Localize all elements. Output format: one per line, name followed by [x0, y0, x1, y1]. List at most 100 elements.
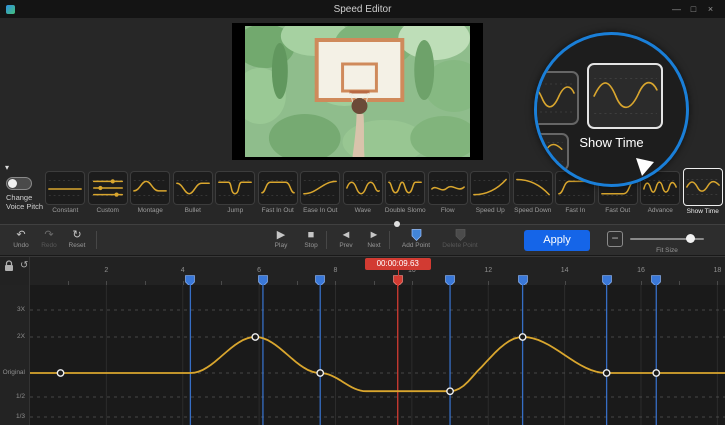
current-time-badge[interactable]: 00:00:09.63	[365, 258, 431, 270]
redo-label: Redo	[34, 242, 64, 249]
fit-size-slider-knob[interactable]	[686, 234, 695, 243]
reset-icon: ↻	[62, 229, 92, 241]
graph-row-labels: 3X2XOriginal1/21/3	[0, 285, 30, 425]
delete-point-label: Delete Point	[438, 242, 482, 249]
preset-thumb	[300, 171, 340, 205]
delete-point-button[interactable]: Delete Point	[438, 229, 482, 249]
fit-size-label: Fit Size	[630, 247, 704, 254]
curve-control-point[interactable]	[317, 370, 323, 376]
ruler-tick-label: 2	[104, 267, 108, 274]
stop-label: Stop	[296, 242, 326, 249]
voice-pitch-toggle[interactable]	[6, 177, 32, 190]
preset-thumb	[88, 171, 128, 205]
ruler-gutter: ↺	[0, 257, 30, 285]
strip-scroll-handle[interactable]	[394, 221, 400, 227]
callout-neighbor-thumb	[534, 71, 579, 125]
timeline-ruler[interactable]: ↺ 24681012141618 00:00:09.63	[0, 256, 725, 285]
next-icon: ►	[359, 229, 389, 241]
preset-thumb	[215, 171, 255, 205]
preset-constant[interactable]: Constant	[44, 171, 87, 223]
next-button[interactable]: ► Next	[359, 229, 389, 249]
speed-editor-window: Speed Editor — □ ×	[0, 0, 725, 425]
ruler-tick-label: 14	[561, 267, 569, 274]
preset-bullet[interactable]: Bullet	[172, 171, 215, 223]
maximize-button[interactable]: □	[685, 4, 702, 14]
preset-thumb	[385, 171, 425, 205]
preset-thumb	[343, 171, 383, 205]
close-button[interactable]: ×	[702, 4, 719, 14]
speed-row-label: 3X	[0, 306, 25, 313]
preset-wave[interactable]: Wave	[342, 171, 385, 223]
speed-row-label: 2X	[0, 333, 25, 340]
preset-custom[interactable]: Custom	[87, 171, 130, 223]
preset-montage[interactable]: Montage	[129, 171, 172, 223]
toggle-knob	[8, 179, 17, 188]
lock-icon[interactable]	[4, 260, 14, 285]
preset-thumb	[258, 171, 298, 205]
next-label: Next	[359, 242, 389, 249]
preset-thumb	[45, 171, 85, 205]
preset-label: Fast In	[554, 207, 597, 214]
preset-thumb	[130, 171, 170, 205]
preset-fast-in-out[interactable]: Fast In Out	[257, 171, 300, 223]
preset-label: Custom	[87, 207, 130, 214]
preset-label: Fast Out	[597, 207, 640, 214]
preset-show-time[interactable]: Show Time	[682, 171, 725, 223]
loop-icon[interactable]: ↺	[20, 260, 28, 285]
preset-thumb	[470, 171, 510, 205]
preset-flow[interactable]: Flow	[427, 171, 470, 223]
undo-icon: ↶	[6, 229, 36, 241]
preview-frame-image	[245, 26, 470, 157]
callout-pointer-icon	[635, 157, 655, 182]
speed-curve-editor[interactable]: 3X2XOriginal1/21/3	[0, 285, 725, 425]
video-preview	[232, 23, 483, 160]
preset-double-slomo[interactable]: Double Slomo	[384, 171, 427, 223]
undo-button[interactable]: ↶ Undo	[6, 229, 36, 249]
ruler-tick-label: 6	[257, 267, 261, 274]
ruler-tick-label: 4	[181, 267, 185, 274]
add-point-button[interactable]: Add Point	[394, 229, 438, 249]
preset-label: Speed Down	[512, 207, 555, 214]
curve-control-point[interactable]	[653, 370, 659, 376]
preset-speed-down[interactable]: Speed Down	[512, 171, 555, 223]
curve-control-point[interactable]	[519, 334, 525, 340]
reset-button[interactable]: ↻ Reset	[62, 229, 92, 249]
preset-label: Double Slomo	[384, 207, 427, 214]
undo-label: Undo	[6, 242, 36, 249]
minimize-button[interactable]: —	[668, 4, 685, 14]
preset-ease-in-out[interactable]: Ease In Out	[299, 171, 342, 223]
apply-button[interactable]: Apply	[524, 230, 590, 251]
speed-row-label: Original	[0, 369, 25, 376]
redo-icon: ↷	[34, 229, 64, 241]
curve-control-point[interactable]	[603, 370, 609, 376]
preset-label: Bullet	[172, 207, 215, 214]
preset-label: Advance	[639, 207, 682, 214]
redo-button[interactable]: ↷ Redo	[34, 229, 64, 249]
toolbar-separator	[326, 231, 327, 249]
speed-curve-canvas[interactable]	[30, 285, 725, 425]
callout-show-time-thumb	[587, 63, 663, 129]
preset-speed-up[interactable]: Speed Up	[469, 171, 512, 223]
preset-label: Jump	[214, 207, 257, 214]
fit-minus-icon[interactable]: −	[607, 231, 623, 247]
prev-label: Prev	[331, 242, 361, 249]
stop-button[interactable]: ■ Stop	[296, 229, 326, 249]
preset-label: Flow	[427, 207, 470, 214]
play-button[interactable]: ▶ Play	[266, 229, 296, 249]
preset-jump[interactable]: Jump	[214, 171, 257, 223]
speed-row-label: 1/3	[0, 413, 25, 420]
stop-icon: ■	[296, 229, 326, 241]
playhead-line[interactable]	[398, 270, 399, 286]
collapse-arrow-icon[interactable]: ▾	[5, 163, 9, 172]
preset-label: Speed Up	[469, 207, 512, 214]
prev-button[interactable]: ◄ Prev	[331, 229, 361, 249]
ruler-tick-label: 8	[334, 267, 338, 274]
preset-thumb	[683, 168, 723, 206]
ruler-tick-label: 18	[713, 267, 721, 274]
curve-control-point[interactable]	[57, 370, 63, 376]
play-icon: ▶	[266, 229, 296, 241]
toolbar-separator	[96, 231, 97, 249]
curve-control-point[interactable]	[252, 334, 258, 340]
preset-label: Ease In Out	[299, 207, 342, 214]
curve-control-point[interactable]	[447, 388, 453, 394]
